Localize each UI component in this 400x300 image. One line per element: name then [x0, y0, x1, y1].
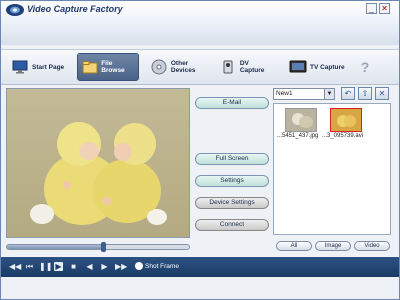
folder-select[interactable]: New1 ▼: [273, 88, 335, 100]
up-folder-button[interactable]: ⇧: [358, 87, 372, 100]
file-list: ...5451_437.jpg ...3_095739.avi: [273, 103, 391, 235]
filter-image-button[interactable]: Image: [315, 241, 351, 251]
delete-file-button[interactable]: ✕: [375, 87, 389, 100]
device-settings-button[interactable]: Device Settings: [195, 197, 269, 209]
toolbar-label: DV Capture: [239, 60, 265, 74]
file-name-selected[interactable]: ...3_095739.avi: [322, 133, 363, 139]
title-bar: Video Capture Factory _ ✕: [1, 1, 399, 45]
video-thumbnail-icon: [331, 109, 361, 131]
video-preview[interactable]: [6, 88, 190, 238]
full-screen-button[interactable]: Full Screen: [195, 153, 269, 165]
toolbar-start-page[interactable]: Start Page: [7, 53, 71, 81]
tv-icon: [289, 58, 307, 76]
monitor-icon: [11, 58, 29, 76]
chevron-down-icon[interactable]: ▼: [324, 89, 334, 99]
disc-icon: [151, 58, 168, 76]
folder-up-icon: ⇧: [361, 89, 369, 98]
toolbar-tv-capture[interactable]: TV Capture: [285, 53, 349, 81]
folder-icon: [82, 58, 98, 76]
image-thumbnail-icon: [286, 109, 316, 131]
play-icon[interactable]: ▶: [54, 262, 63, 271]
stop-icon[interactable]: ■: [69, 262, 78, 271]
toolbar-label: TV Capture: [310, 63, 345, 71]
minimize-button[interactable]: _: [366, 3, 377, 14]
toolbar-file-browse[interactable]: File Browse: [77, 53, 139, 81]
rewind-icon[interactable]: ◀◀: [9, 262, 21, 271]
folder-select-value: New1: [276, 90, 293, 97]
app-window: Video Capture Factory _ ✕ Start Page Fil…: [0, 0, 400, 300]
seek-bar[interactable]: [6, 242, 190, 252]
file-thumbnail[interactable]: [285, 108, 317, 132]
shot-frame-label[interactable]: Shot Frame: [145, 263, 179, 270]
main-toolbar: Start Page File Browse Other Devices DV …: [1, 49, 399, 85]
fast-forward-icon[interactable]: ▶▶: [115, 262, 127, 271]
step-back-icon[interactable]: ◀: [85, 262, 94, 271]
seek-progress: [7, 245, 104, 249]
toolbar-label: Other Devices: [170, 60, 196, 74]
file-thumbnail-selected[interactable]: [330, 108, 362, 132]
preview-image: [7, 89, 189, 237]
toolbar-label: File Browse: [101, 60, 125, 74]
file-name[interactable]: ...5451_437.jpg: [277, 133, 318, 139]
toolbar-dv-capture[interactable]: DV Capture: [215, 53, 279, 81]
camera-shot-icon[interactable]: [135, 262, 143, 270]
connect-button[interactable]: Connect: [195, 219, 269, 231]
toolbar-other-devices[interactable]: Other Devices: [147, 53, 203, 81]
help-icon: ?: [360, 59, 370, 75]
back-folder-button[interactable]: ↶: [341, 87, 355, 100]
delete-icon: ✕: [378, 89, 386, 98]
camcorder-icon: [219, 58, 237, 76]
playback-bar: ◀◀ ⏮ ❚❚ ▶ ■ ◀ ▶ ▶▶ Shot Frame: [1, 257, 399, 277]
app-logo-icon: [6, 4, 24, 16]
close-button[interactable]: ✕: [379, 3, 390, 14]
pause-icon[interactable]: ❚❚: [39, 262, 52, 271]
seek-handle[interactable]: [101, 242, 107, 252]
back-arrow-icon: ↶: [344, 89, 352, 98]
filter-video-button[interactable]: Video: [354, 241, 390, 251]
settings-button[interactable]: Settings: [195, 175, 269, 187]
skip-back-icon[interactable]: ⏮: [25, 262, 34, 271]
filter-all-button[interactable]: All: [276, 241, 312, 251]
app-title: Video Capture Factory: [27, 4, 123, 14]
toolbar-help[interactable]: ?: [355, 53, 375, 81]
email-button[interactable]: E-Mail: [195, 97, 269, 109]
step-forward-icon[interactable]: ▶: [100, 262, 109, 271]
toolbar-label: Start Page: [32, 63, 65, 71]
